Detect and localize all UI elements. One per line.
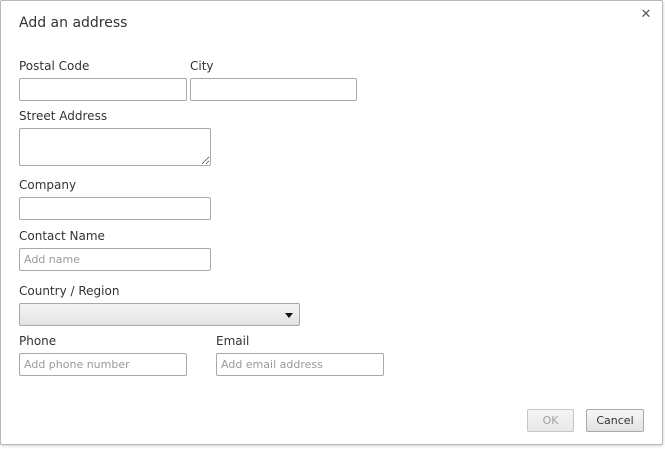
phone-label: Phone: [19, 334, 57, 348]
ok-button[interactable]: OK: [527, 409, 574, 432]
dialog-title: Add an address: [19, 15, 128, 31]
postal-code-label: Postal Code: [19, 59, 90, 73]
city-label: City: [190, 59, 214, 73]
email-input[interactable]: [216, 353, 384, 376]
close-icon[interactable]: ✕: [639, 8, 653, 22]
country-region-select[interactable]: [19, 303, 300, 326]
street-address-label: Street Address: [19, 109, 108, 123]
city-input[interactable]: [190, 78, 357, 101]
chevron-down-icon: [285, 313, 293, 318]
contact-name-label: Contact Name: [19, 229, 105, 243]
company-label: Company: [19, 178, 77, 192]
cancel-button[interactable]: Cancel: [586, 409, 644, 432]
add-address-dialog: Add an address ✕ Postal Code City Street…: [0, 0, 663, 445]
country-region-label: Country / Region: [19, 284, 120, 298]
company-input[interactable]: [19, 197, 211, 220]
contact-name-input[interactable]: [19, 248, 211, 271]
street-address-textarea[interactable]: [19, 128, 211, 166]
postal-code-input[interactable]: [19, 78, 187, 101]
phone-input[interactable]: [19, 353, 187, 376]
email-label: Email: [216, 334, 250, 348]
